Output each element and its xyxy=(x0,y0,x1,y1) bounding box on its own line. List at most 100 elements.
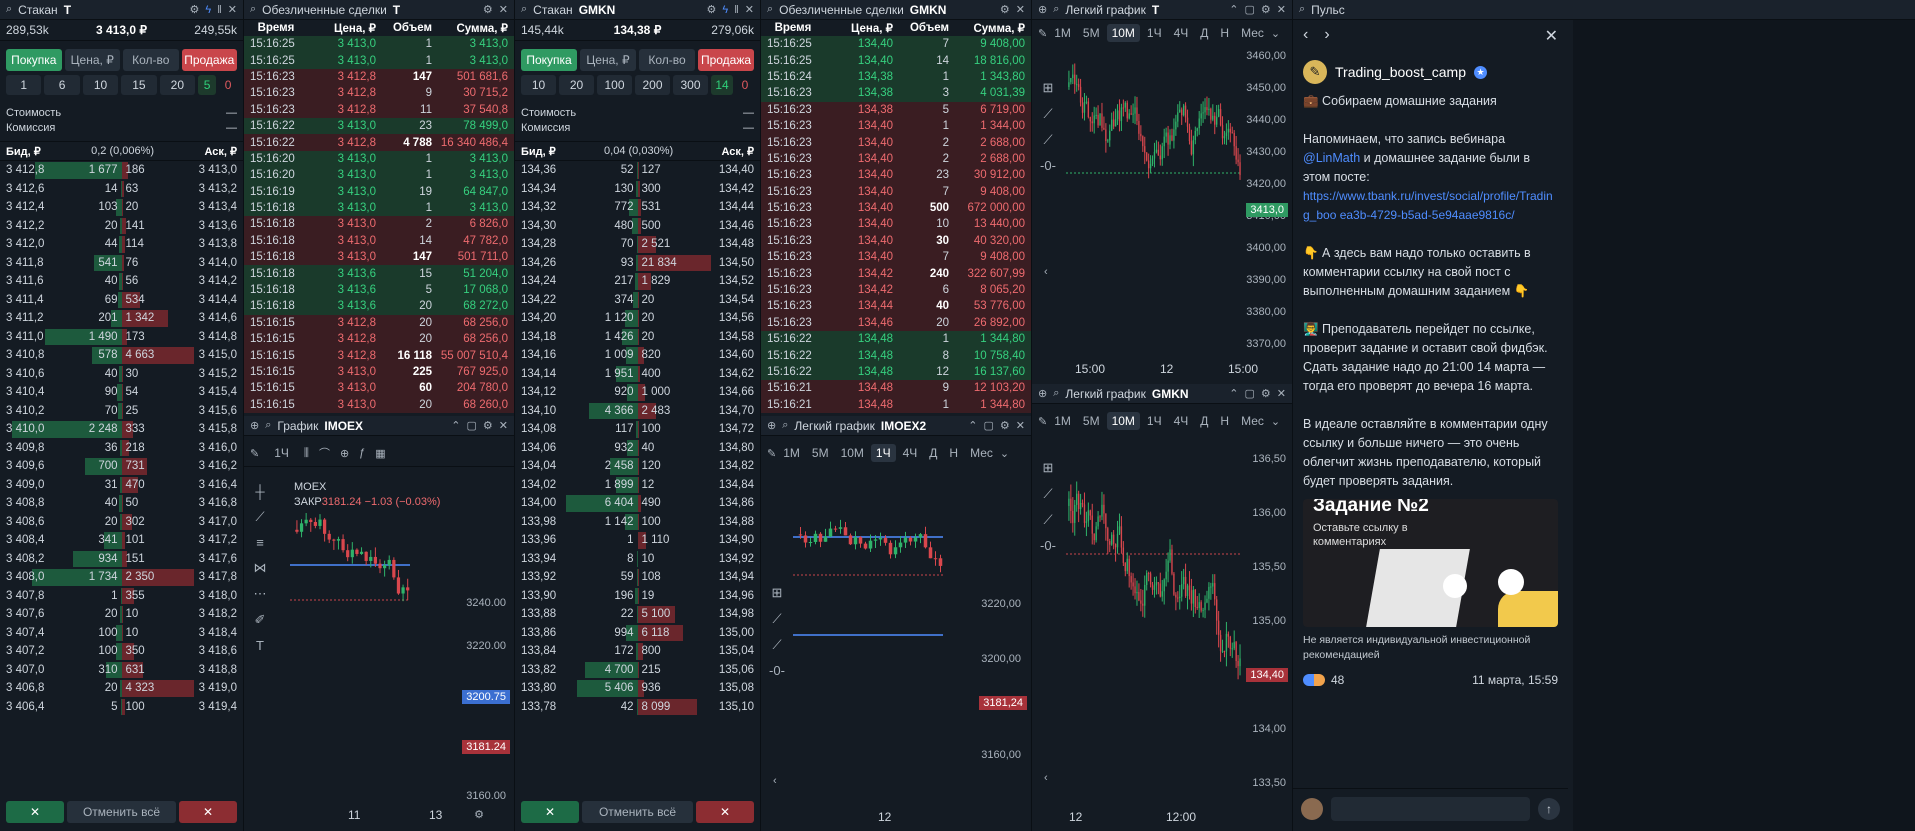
orderbook-row[interactable]: 134,22 374 20 134,54 xyxy=(515,291,760,310)
orderbook-row[interactable]: 3 407,2 100 350 3 418,6 xyxy=(0,642,243,661)
cancel-buys-button[interactable]: ✕ xyxy=(521,801,579,823)
add-icon[interactable]: ⊕ xyxy=(1038,387,1047,400)
trade-row[interactable]: 15:16:19 3 413,0 19 64 847,0 xyxy=(244,183,514,200)
timeframe-1М[interactable]: 1М xyxy=(1049,24,1076,42)
ticker[interactable]: T xyxy=(1152,3,1159,17)
orderbook-row[interactable]: 3 412,6 14 63 3 413,2 xyxy=(0,180,243,199)
channel-icon[interactable]: ≡ xyxy=(256,535,264,550)
orderbook-row[interactable]: 133,86 994 6 118 135,00 xyxy=(515,624,760,643)
timeframe-4Ч[interactable]: 4Ч xyxy=(1169,412,1194,430)
close-icon[interactable]: ✕ xyxy=(1545,26,1558,46)
trade-row[interactable]: 15:16:25 134,40 7 9 408,00 xyxy=(761,36,1031,53)
trade-row[interactable]: 15:16:23 134,42 6 8 065,20 xyxy=(761,281,1031,299)
search-icon[interactable]: ⌕ xyxy=(521,3,527,16)
timeframe-5М[interactable]: 5М xyxy=(1078,412,1105,430)
trade-row[interactable]: 15:16:23 3 412,8 11 37 540,8 xyxy=(244,101,514,118)
trade-row[interactable]: 15:16:25 3 413,0 1 3 413,0 xyxy=(244,36,514,53)
orderbook-row[interactable]: 134,06 932 40 134,80 xyxy=(515,439,760,458)
post-author[interactable]: ✎ Trading_boost_camp ★ xyxy=(1293,52,1568,92)
orderbook-row[interactable]: 3 407,0 310 631 3 418,8 xyxy=(0,661,243,680)
quick-qty[interactable]: 15 xyxy=(121,75,157,95)
orderbook-row[interactable]: 3 407,4 100 10 3 418,4 xyxy=(0,624,243,643)
level-icon[interactable]: -0- xyxy=(769,663,785,678)
ray-icon[interactable]: ⟋ xyxy=(1043,132,1052,148)
ray-icon[interactable]: ⟋ xyxy=(1043,512,1052,528)
trade-row[interactable]: 15:16:22 3 412,8 4 788 16 340 486,4 xyxy=(244,134,514,151)
orderbook-row[interactable]: 133,94 8 10 134,92 xyxy=(515,550,760,569)
search-icon[interactable]: ⌕ xyxy=(1053,387,1059,400)
crosshair-icon[interactable]: ┼ xyxy=(255,484,264,499)
trade-row[interactable]: 15:16:23 134,40 7 9 408,00 xyxy=(761,183,1031,200)
trade-row[interactable]: 15:16:15 3 413,0 60 204 780,0 xyxy=(244,380,514,397)
orderbook-row[interactable]: 3 411,8 541 76 3 414,0 xyxy=(0,254,243,273)
close-icon[interactable]: ✕ xyxy=(499,419,508,432)
line-icon[interactable]: ⟋ xyxy=(1043,486,1052,502)
search-icon[interactable]: ⌕ xyxy=(767,3,773,16)
gear-icon[interactable]: ⚙ xyxy=(707,3,717,16)
trade-row[interactable]: 15:16:22 3 413,0 23 78 499,0 xyxy=(244,117,514,135)
maximize-icon[interactable]: ▢ xyxy=(1245,3,1255,16)
orderbook-row[interactable]: 3 409,0 31 470 3 416,4 xyxy=(0,476,243,495)
timeframe-10М[interactable]: 10М xyxy=(1106,24,1140,42)
trade-row[interactable]: 15:16:23 134,38 5 6 719,00 xyxy=(761,101,1031,118)
quantity-field[interactable]: Кол-во xyxy=(123,49,179,71)
orderbook-row[interactable]: 133,78 42 8 099 135,10 xyxy=(515,698,760,717)
candlestick-chart[interactable] xyxy=(793,470,978,800)
cancel-sells-button[interactable]: ✕ xyxy=(696,801,754,823)
search-icon[interactable]: ⌕ xyxy=(6,3,12,16)
timeframe-1Ч[interactable]: 1Ч xyxy=(1142,412,1167,430)
quick-qty[interactable]: 1 xyxy=(6,75,42,95)
trade-row[interactable]: 15:16:18 3 413,6 5 17 068,0 xyxy=(244,281,514,299)
trade-row[interactable]: 15:16:21 134,48 9 12 103,20 xyxy=(761,380,1031,397)
search-icon[interactable]: ⌕ xyxy=(265,419,271,432)
orderbook-row[interactable]: 134,16 1 009 820 134,60 xyxy=(515,346,760,365)
cancel-sells-button[interactable]: ✕ xyxy=(179,801,237,823)
timeframe-Мес[interactable]: Мес xyxy=(1236,24,1269,42)
orderbook-row[interactable]: 134,04 2 458 120 134,82 xyxy=(515,457,760,476)
ruler-icon[interactable]: ⊞ xyxy=(1043,80,1054,96)
buy-button[interactable]: Покупка xyxy=(6,49,62,71)
orderbook-row[interactable]: 3 407,6 20 10 3 418,2 xyxy=(0,605,243,624)
add-indicator-icon[interactable]: ⊕ xyxy=(340,447,349,460)
search-icon[interactable]: ⌕ xyxy=(1053,3,1059,16)
trade-row[interactable]: 15:16:15 3 413,0 20 68 260,0 xyxy=(244,396,514,413)
cancel-all-button[interactable]: Отменить всё xyxy=(582,801,693,823)
timeframe-Д[interactable]: Д xyxy=(1195,412,1213,430)
orderbook-row[interactable]: 3 411,6 40 56 3 414,2 xyxy=(0,272,243,291)
trade-row[interactable]: 15:16:23 134,40 1 1 344,00 xyxy=(761,117,1031,135)
quick-qty[interactable]: 20 xyxy=(159,75,196,95)
trade-row[interactable]: 15:16:25 134,40 14 18 816,00 xyxy=(761,52,1031,69)
chevron-down-icon[interactable]: ⌄ xyxy=(1000,447,1009,460)
trade-row[interactable]: 15:16:23 134,40 23 30 912,00 xyxy=(761,167,1031,184)
orderbook-row[interactable]: 3 408,0 1 734 2 350 3 417,8 xyxy=(0,568,243,587)
trade-row[interactable]: 15:16:23 134,38 3 4 031,39 xyxy=(761,85,1031,102)
search-icon[interactable]: ⌕ xyxy=(782,419,788,432)
orderbook-row[interactable]: 134,08 117 100 134,72 xyxy=(515,420,760,439)
mention-link[interactable]: @LinMath xyxy=(1303,151,1360,165)
chevron-down-icon[interactable]: ⌄ xyxy=(1271,415,1280,428)
back-icon[interactable]: ‹ xyxy=(1303,26,1308,46)
orderbook-row[interactable]: 133,90 196 19 134,96 xyxy=(515,587,760,606)
collapse-icon[interactable]: ⌃ xyxy=(1229,3,1238,16)
add-icon[interactable]: ⊕ xyxy=(1038,3,1047,16)
candlestick-chart[interactable] xyxy=(1066,50,1246,350)
trade-row[interactable]: 15:16:18 3 413,0 147 501 711,0 xyxy=(244,249,514,266)
quick-qty[interactable]: 10 xyxy=(82,75,119,95)
price-field[interactable]: Цена, ₽ xyxy=(64,49,120,71)
trade-row[interactable]: 15:16:18 3 413,6 15 51 204,0 xyxy=(244,265,514,282)
trade-row[interactable]: 15:16:20 3 413,0 1 3 413,0 xyxy=(244,150,514,168)
timeframe-Н[interactable]: Н xyxy=(944,444,963,462)
orderbook-row[interactable]: 3 411,4 69 534 3 414,4 xyxy=(0,291,243,310)
trade-row[interactable]: 15:16:23 134,40 2 2 688,00 xyxy=(761,134,1031,151)
timeframe-Н[interactable]: Н xyxy=(1215,24,1234,42)
pencil-icon[interactable]: ✎ xyxy=(1038,415,1047,428)
timeframe-1Ч[interactable]: 1Ч xyxy=(870,444,896,462)
orderbook-row[interactable]: 134,34 130 300 134,42 xyxy=(515,180,760,199)
gear-icon[interactable]: ⚙ xyxy=(190,3,200,16)
timeframe-Д[interactable]: Д xyxy=(1195,24,1213,42)
trade-row[interactable]: 15:16:22 134,48 12 16 137,60 xyxy=(761,363,1031,381)
ticker[interactable]: T xyxy=(393,3,400,17)
timeframe-10М[interactable]: 10М xyxy=(836,444,869,462)
ticker[interactable]: IMOEX2 xyxy=(881,419,926,433)
settings-icon[interactable]: ⚙ xyxy=(474,808,484,821)
